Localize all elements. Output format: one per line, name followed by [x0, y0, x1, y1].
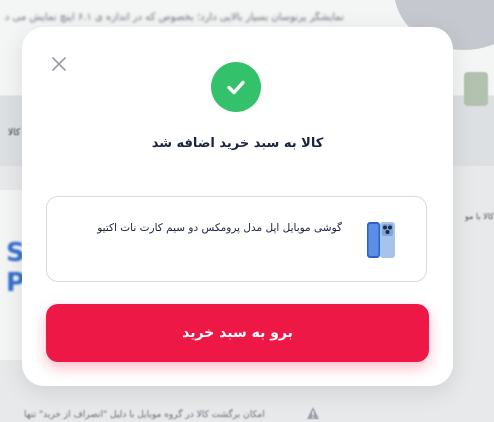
product-name: گوشی موبایل اپل مدل پرومکس دو سیم کارت ن…: [97, 222, 342, 234]
page: نمایشگر پرنوسان بسیار بالایی دارد؛ بخصوص…: [0, 0, 494, 422]
modal-title: کالا به سبد خرید اضافه شد: [151, 136, 324, 151]
added-to-cart-modal: کالا به سبد خرید اضافه شد گوشی موبایل اپ…: [22, 27, 453, 386]
product-image: [367, 222, 395, 258]
close-icon: [52, 57, 66, 71]
go-to-cart-button[interactable]: برو به سبد خرید: [46, 304, 429, 362]
success-badge: [211, 62, 261, 112]
checkmark-icon: [227, 80, 245, 95]
close-button[interactable]: [48, 53, 70, 75]
product-card[interactable]: گوشی موبایل اپل مدل پرومکس دو سیم کارت ن…: [46, 196, 427, 282]
